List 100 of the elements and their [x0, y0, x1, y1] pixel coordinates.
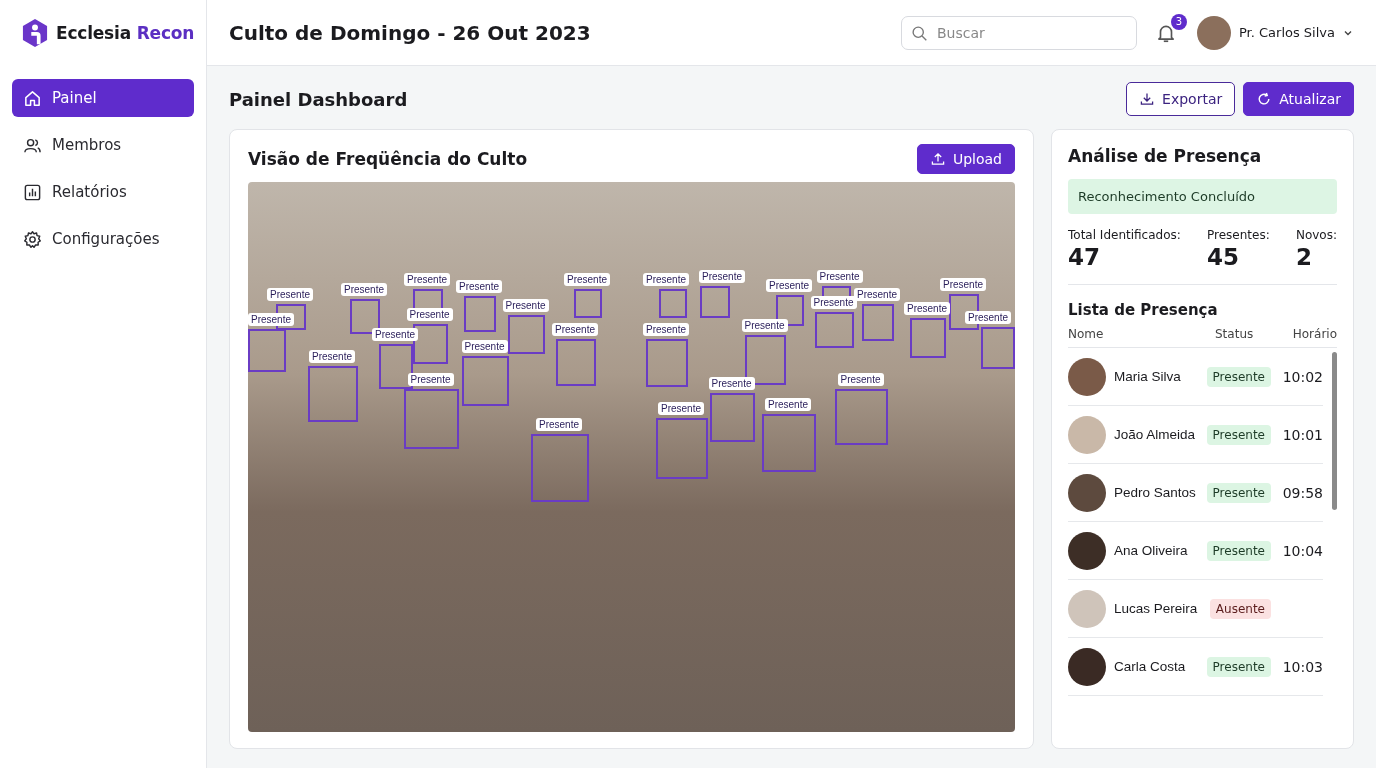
- list-title: Lista de Presença: [1068, 301, 1219, 319]
- detection-label: Presente: [765, 398, 812, 411]
- detection-label: Presente: [341, 283, 388, 296]
- member-name: Maria Silva: [1114, 369, 1182, 384]
- detection-label: Presente: [406, 308, 453, 321]
- detection-label: Presente: [965, 311, 1012, 324]
- detection-label: Presente: [404, 273, 451, 286]
- face-detection-box: [981, 327, 1015, 369]
- check-in-time: 10:03: [1282, 658, 1323, 675]
- avatar: [1068, 357, 1106, 396]
- check-in-time: 10:02: [1282, 368, 1323, 385]
- sidebar-item[interactable]: Relatórios: [12, 173, 194, 211]
- export-button[interactable]: Exportar: [1126, 82, 1236, 116]
- check-in-time: 09:58: [1282, 484, 1323, 501]
- detection-label: Presente: [658, 402, 705, 415]
- search-field[interactable]: Buscar: [900, 15, 1137, 50]
- column-header: Nome: [1068, 327, 1105, 341]
- detection-label: Presente: [456, 280, 503, 293]
- status-pill: Presente: [1206, 540, 1271, 561]
- detection-label: Presente: [643, 323, 690, 336]
- search-icon: [910, 24, 928, 42]
- face-detection-box: [835, 389, 888, 445]
- member-name: Lucas Pereira: [1114, 601, 1199, 616]
- status-pill: Presente: [1206, 424, 1271, 445]
- detection-label: Presente: [854, 288, 901, 301]
- stat-value: 47: [1068, 244, 1101, 270]
- home-icon: [23, 88, 42, 108]
- refresh-button[interactable]: Atualizar: [1243, 82, 1354, 116]
- logo-icon: [22, 17, 48, 48]
- face-detection-box: [700, 286, 730, 318]
- avatar: [1068, 589, 1106, 628]
- sidebar-item[interactable]: Membros: [12, 126, 194, 164]
- stat-value: 2: [1295, 244, 1313, 270]
- detection-label: Presente: [816, 270, 863, 283]
- download-icon: [1139, 91, 1156, 107]
- member-name: Carla Costa: [1114, 659, 1187, 674]
- avatar: [1068, 531, 1106, 570]
- detection-label: Presente: [552, 323, 599, 336]
- face-detection-box: [815, 312, 854, 348]
- status-pill: Presente: [1206, 366, 1271, 387]
- detection-label: Presente: [372, 328, 419, 341]
- member-name: João Almeida: [1114, 427, 1197, 442]
- face-detection-box: [531, 434, 589, 502]
- brand-name: Ecclesia Recon: [56, 22, 195, 43]
- stat-label: Total Identificados:: [1068, 228, 1181, 242]
- face-detection-box: [710, 393, 755, 442]
- detection-label: Presente: [766, 279, 813, 292]
- upload-icon: [929, 151, 946, 167]
- member-name: Ana Oliveira: [1114, 543, 1189, 558]
- face-detection-box: [462, 356, 509, 406]
- card-title: Visão de Freqüência do Culto: [248, 149, 528, 169]
- face-detection-box: [862, 304, 894, 341]
- avatar: [1068, 473, 1106, 512]
- detection-label: Presente: [267, 288, 314, 301]
- face-detection-box: [574, 289, 602, 318]
- scrollbar[interactable]: [1332, 352, 1337, 510]
- section-title: Painel Dashboard: [229, 88, 408, 110]
- stat-label: Presentes:: [1207, 228, 1270, 242]
- sidebar-item[interactable]: Painel: [12, 79, 194, 117]
- avatar: [1068, 415, 1106, 454]
- face-detection-box: [656, 418, 708, 479]
- face-detection-box: [308, 366, 358, 422]
- detection-label: Presente: [248, 313, 295, 326]
- face-detection-box: [762, 414, 816, 472]
- settings-icon: [23, 229, 42, 249]
- stat-label: Novos:: [1295, 228, 1337, 242]
- detection-label: Presente: [837, 373, 884, 386]
- check-in-time: 10:04: [1282, 542, 1323, 559]
- detection-label: Presente: [309, 350, 356, 363]
- user-name[interactable]: Pr. Carlos Silva: [1238, 25, 1335, 40]
- detection-label: Presente: [643, 273, 690, 286]
- face-detection-box: [508, 315, 545, 354]
- detection-label: Presente: [461, 340, 508, 353]
- detection-label: Presente: [708, 377, 755, 390]
- detection-label: Presente: [741, 319, 788, 332]
- status-pill: Ausente: [1209, 598, 1271, 619]
- detection-label: Presente: [810, 296, 857, 309]
- face-detection-box: [910, 318, 946, 358]
- detection-label: Presente: [699, 270, 746, 283]
- status-pill: Presente: [1206, 656, 1271, 677]
- stat-value: 45: [1207, 244, 1241, 270]
- face-detection-box: [659, 289, 687, 318]
- detection-label: Presente: [407, 373, 454, 386]
- status-pill: Presente: [1206, 482, 1271, 503]
- chart-icon: [23, 182, 42, 202]
- detection-label: Presente: [564, 273, 611, 286]
- detection-label: Presente: [536, 418, 583, 431]
- user-avatar: [1196, 15, 1231, 50]
- face-detection-box: [464, 296, 496, 332]
- card-title: Análise de Presença: [1068, 146, 1263, 166]
- avatar: [1068, 647, 1106, 686]
- column-header: Horário: [1291, 327, 1337, 341]
- upload-button[interactable]: Upload: [916, 144, 1015, 174]
- notification-badge: 3: [1170, 13, 1187, 30]
- member-name: Pedro Santos: [1114, 485, 1197, 500]
- detection-label: Presente: [940, 278, 987, 291]
- column-header: Status: [1215, 327, 1255, 341]
- check-in-time: 10:01: [1282, 426, 1323, 443]
- sidebar-item[interactable]: Configurações: [12, 220, 194, 258]
- detection-label: Presente: [904, 302, 951, 315]
